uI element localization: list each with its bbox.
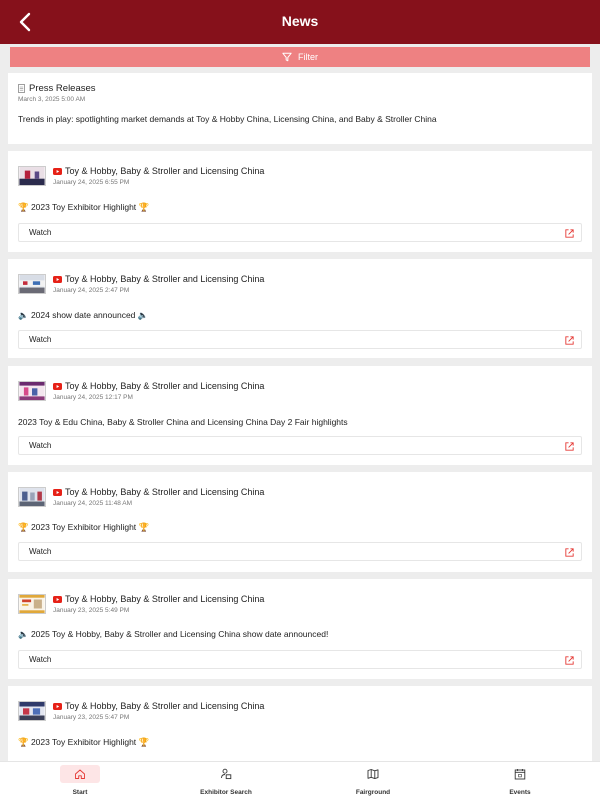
- news-post-card[interactable]: Toy & Hobby, Baby & Stroller and Licensi…: [8, 686, 592, 761]
- press-release-card[interactable]: Press Releases March 3, 2025 5:00 AM Tre…: [8, 73, 592, 144]
- post-source: Toy & Hobby, Baby & Stroller and Licensi…: [65, 701, 265, 711]
- post-date: January 24, 2025 11:48 AM: [53, 500, 133, 507]
- news-feed[interactable]: Press Releases March 3, 2025 5:00 AM Tre…: [8, 73, 592, 761]
- video-thumbnail[interactable]: [18, 274, 46, 294]
- page-title: News: [281, 13, 319, 29]
- tab-label: Start: [72, 789, 88, 796]
- post-date: January 24, 2025 12:17 PM: [53, 394, 133, 401]
- filter-label: Filter: [298, 52, 318, 62]
- external-link-icon: [565, 548, 574, 557]
- youtube-icon: [53, 168, 62, 175]
- watch-button[interactable]: Watch: [18, 650, 582, 669]
- post-source: Toy & Hobby, Baby & Stroller and Licensi…: [65, 381, 265, 391]
- post-date: January 24, 2025 6:55 PM: [53, 179, 130, 186]
- news-post-card[interactable]: Toy & Hobby, Baby & Stroller and Licensi…: [8, 366, 592, 465]
- calendar-icon: [514, 769, 526, 780]
- external-link-icon: [565, 656, 574, 665]
- post-text: 🔈 2024 show date announced 🔈: [18, 310, 149, 320]
- filter-icon: [282, 52, 292, 62]
- tab-exhibitor-search[interactable]: Exhibitor Search: [151, 762, 301, 800]
- post-source: Toy & Hobby, Baby & Stroller and Licensi…: [65, 487, 265, 497]
- youtube-icon: [53, 703, 62, 710]
- document-icon: [18, 84, 25, 93]
- news-post-card[interactable]: Toy & Hobby, Baby & Stroller and Licensi…: [8, 472, 592, 572]
- press-release-date: March 3, 2025 5:00 AM: [18, 96, 86, 103]
- watch-button[interactable]: Watch: [18, 436, 582, 455]
- post-source: Toy & Hobby, Baby & Stroller and Licensi…: [65, 274, 265, 284]
- external-link-icon: [565, 229, 574, 238]
- press-release-header: Press Releases: [18, 83, 96, 94]
- video-thumbnail[interactable]: [18, 487, 46, 507]
- watch-label: Watch: [29, 547, 52, 556]
- post-source: Toy & Hobby, Baby & Stroller and Licensi…: [65, 594, 265, 604]
- post-date: January 24, 2025 2:47 PM: [53, 287, 130, 294]
- watch-label: Watch: [29, 441, 52, 450]
- map-icon: [367, 769, 379, 780]
- video-thumbnail[interactable]: [18, 166, 46, 186]
- tab-fairground[interactable]: Fairground: [298, 762, 448, 800]
- youtube-icon: [53, 276, 62, 283]
- post-text: 🔈 2025 Toy & Hobby, Baby & Stroller and …: [18, 629, 329, 639]
- post-text: 🏆 2023 Toy Exhibitor Highlight 🏆: [18, 737, 150, 747]
- press-release-text[interactable]: Trends in play: spotlighting market dema…: [18, 114, 437, 124]
- post-source: Toy & Hobby, Baby & Stroller and Licensi…: [65, 166, 265, 176]
- watch-button[interactable]: Watch: [18, 223, 582, 242]
- post-date: January 23, 2025 5:47 PM: [53, 714, 130, 721]
- video-thumbnail[interactable]: [18, 594, 46, 614]
- youtube-icon: [53, 489, 62, 496]
- post-date: January 23, 2025 5:49 PM: [53, 607, 130, 614]
- video-thumbnail[interactable]: [18, 381, 46, 401]
- post-text: 🏆 2023 Toy Exhibitor Highlight 🏆: [18, 522, 150, 532]
- post-text: 2023 Toy & Edu China, Baby & Stroller Ch…: [18, 417, 348, 427]
- exhibitor-search-icon: [221, 768, 232, 780]
- watch-label: Watch: [29, 228, 52, 237]
- tab-label: Events: [509, 789, 531, 796]
- youtube-icon: [53, 383, 62, 390]
- news-post-card[interactable]: Toy & Hobby, Baby & Stroller and Licensi…: [8, 151, 592, 252]
- watch-label: Watch: [29, 335, 52, 344]
- youtube-icon: [53, 596, 62, 603]
- press-release-title: Press Releases: [29, 83, 96, 94]
- bottom-tab-bar: Start Exhibitor Search Fairground Events: [0, 761, 600, 800]
- external-link-icon: [565, 336, 574, 345]
- news-post-card[interactable]: Toy & Hobby, Baby & Stroller and Licensi…: [8, 579, 592, 679]
- home-icon: [75, 769, 85, 779]
- watch-label: Watch: [29, 655, 52, 664]
- watch-button[interactable]: Watch: [18, 542, 582, 561]
- video-thumbnail[interactable]: [18, 701, 46, 721]
- filter-button[interactable]: Filter: [10, 47, 590, 67]
- news-post-card[interactable]: Toy & Hobby, Baby & Stroller and Licensi…: [8, 259, 592, 358]
- tab-label: Fairground: [355, 789, 391, 796]
- tab-events[interactable]: Events: [445, 762, 595, 800]
- watch-button[interactable]: Watch: [18, 330, 582, 349]
- app-header: News: [0, 0, 600, 44]
- tab-label: Exhibitor Search: [200, 789, 252, 796]
- external-link-icon: [565, 442, 574, 451]
- tab-start[interactable]: Start: [5, 762, 155, 800]
- post-text: 🏆 2023 Toy Exhibitor Highlight 🏆: [18, 202, 150, 212]
